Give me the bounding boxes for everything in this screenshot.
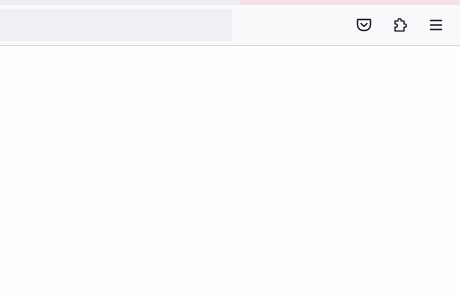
- application-menu-button[interactable]: [420, 9, 452, 41]
- extensions-button[interactable]: [384, 9, 416, 41]
- navigation-toolbar: [0, 5, 460, 46]
- save-to-pocket-button[interactable]: [348, 9, 380, 41]
- pocket-icon: [356, 17, 372, 33]
- page-content-area[interactable]: [0, 46, 460, 300]
- extensions-puzzle-icon: [392, 17, 408, 33]
- browser-window: [0, 0, 460, 300]
- hamburger-menu-icon: [428, 17, 444, 33]
- address-bar[interactable]: [0, 9, 232, 41]
